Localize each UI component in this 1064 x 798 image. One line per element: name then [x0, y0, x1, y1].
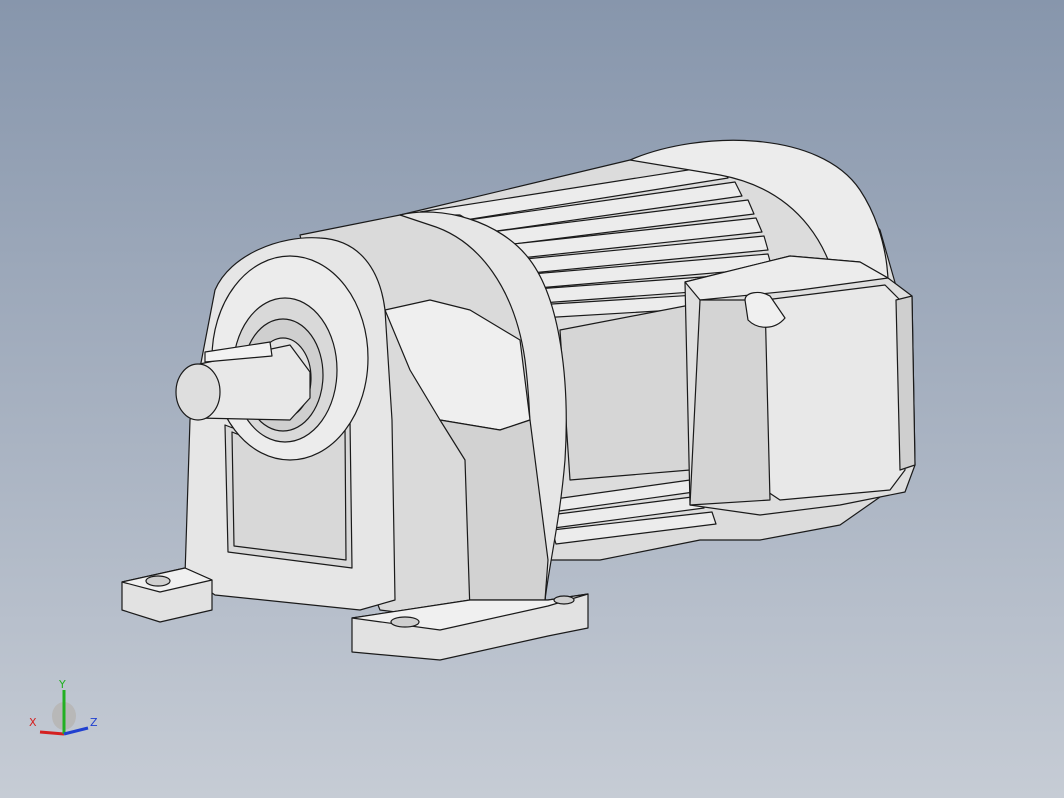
z-axis-label: Z	[90, 716, 98, 729]
y-axis-label: Y	[58, 678, 66, 691]
motor-side-panel	[559, 304, 691, 481]
axis-triad: X Y Z	[29, 678, 98, 736]
bolt-hole-right-rear	[553, 595, 575, 605]
bolt-hole-right-front	[390, 616, 420, 628]
mounting-foot-left[interactable]	[121, 567, 213, 623]
x-axis-label: X	[29, 716, 37, 729]
bolt-hole-left	[145, 575, 171, 587]
gear-motor-model[interactable]	[0, 0, 1064, 798]
x-axis-arrow	[39, 730, 65, 736]
terminal-box[interactable]	[684, 255, 916, 516]
output-shaft[interactable]	[175, 341, 311, 421]
graphics-viewport[interactable]: X Y Z	[0, 0, 1064, 798]
